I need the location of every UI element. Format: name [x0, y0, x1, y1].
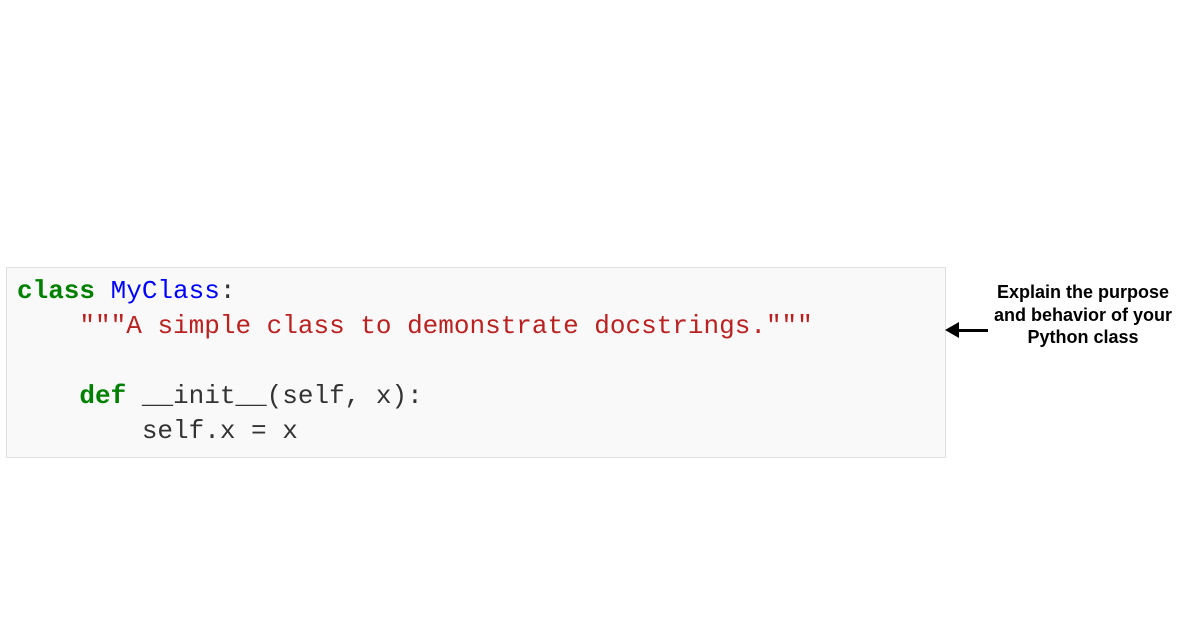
- colon: :: [220, 276, 236, 306]
- indent: [17, 416, 142, 446]
- keyword-def: def: [79, 381, 126, 411]
- class-name: MyClass: [95, 276, 220, 306]
- indent: [17, 381, 79, 411]
- annotation-label: Explain the purpose and behavior of your…: [983, 281, 1183, 349]
- method-body: self.x = x: [142, 416, 298, 446]
- params: (self, x):: [267, 381, 423, 411]
- docstring-open: """: [79, 311, 126, 341]
- method-name: __init__: [126, 381, 266, 411]
- indent: [17, 311, 79, 341]
- docstring-text: A simple class to demonstrate docstrings…: [126, 311, 766, 341]
- arrow-head-icon: [945, 322, 959, 338]
- keyword-class: class: [17, 276, 95, 306]
- annotation-arrow: [948, 325, 988, 335]
- docstring-close: """: [766, 311, 813, 341]
- code-block: class MyClass: """A simple class to demo…: [6, 267, 946, 458]
